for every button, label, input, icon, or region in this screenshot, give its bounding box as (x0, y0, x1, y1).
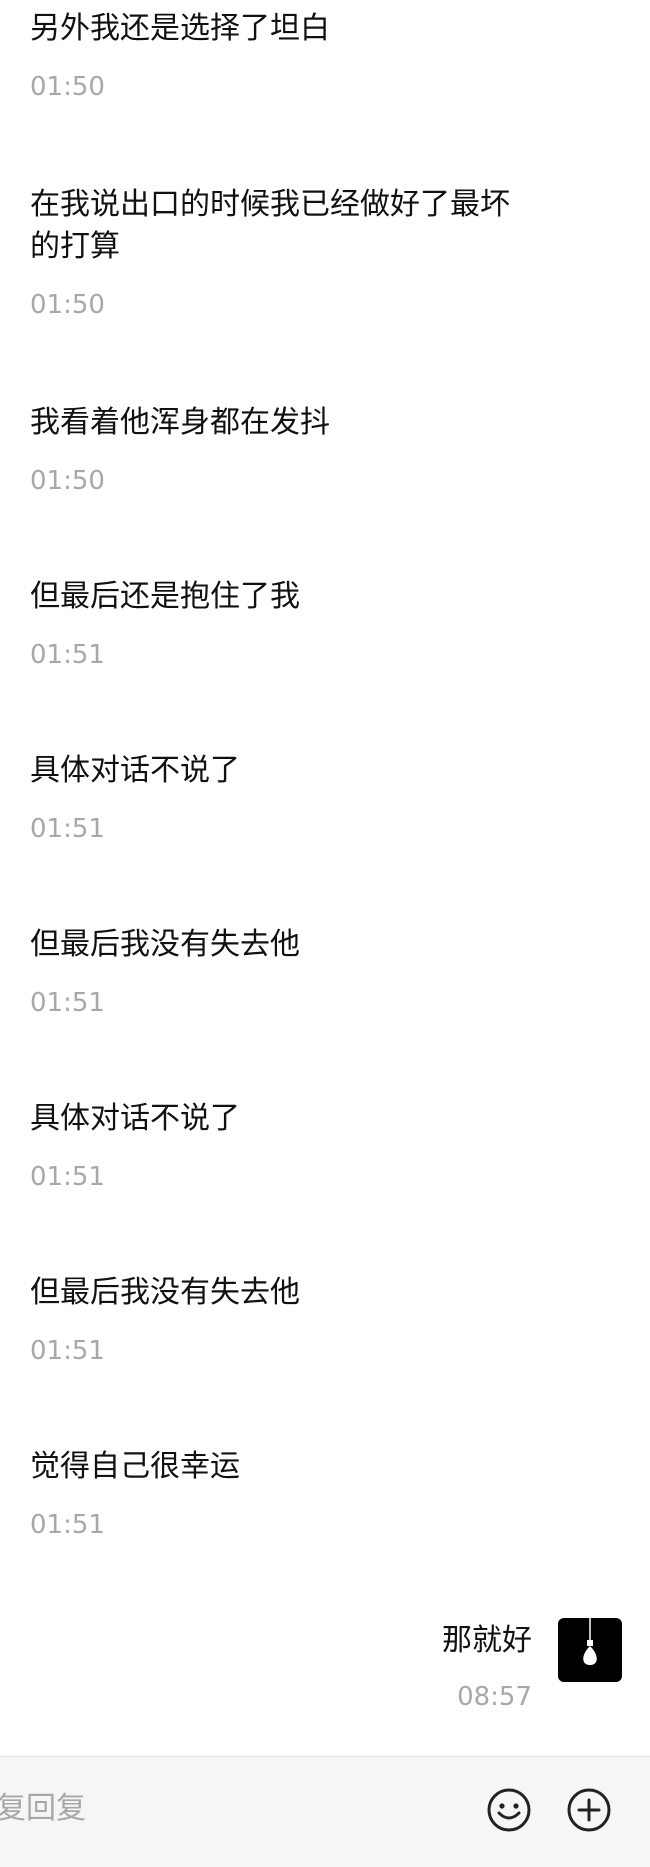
message-time: 01:51 (30, 1162, 105, 1192)
emoji-button[interactable] (486, 1787, 532, 1833)
message-text: 但最后还是抱住了我 (30, 579, 300, 614)
message-item: 在我说出口的时候我已经做好了最坏 的打算 01:50 (30, 184, 550, 320)
message-item: 具体对话不说了 01:51 (30, 1098, 550, 1192)
message-text: 在我说出口的时候我已经做好了最坏 的打算 (30, 187, 510, 264)
message-time: 01:50 (30, 72, 105, 102)
message-time: 01:51 (30, 814, 105, 844)
message-item: 另外我还是选择了坦白 01:50 (30, 8, 550, 102)
message-text: 我看着他浑身都在发抖 (30, 405, 330, 440)
message-item: 但最后我没有失去他 01:51 (30, 924, 550, 1018)
message-time: 01:50 (30, 466, 105, 496)
message-time: 01:51 (30, 640, 105, 670)
lightbulb-icon (583, 1618, 597, 1665)
message-text: 但最后我没有失去他 (30, 927, 300, 962)
my-message-item: 那就好 08:57 (322, 1618, 622, 1728)
message-item: 具体对话不说了 01:51 (30, 750, 550, 844)
chat-thread: 另外我还是选择了坦白 01:50 在我说出口的时候我已经做好了最坏 的打算 01… (0, 0, 650, 1756)
my-message-time: 08:57 (457, 1682, 532, 1712)
message-text: 具体对话不说了 (30, 753, 240, 788)
plus-circle-icon (567, 1788, 611, 1832)
message-item: 但最后我没有失去他 01:51 (30, 1272, 550, 1366)
message-text: 觉得自己很幸运 (30, 1449, 240, 1484)
message-time: 01:50 (30, 290, 105, 320)
smiley-face-icon (487, 1788, 531, 1832)
message-item: 我看着他浑身都在发抖 01:50 (30, 402, 550, 496)
message-text: 具体对话不说了 (30, 1101, 240, 1136)
message-item: 但最后还是抱住了我 01:51 (30, 576, 550, 670)
message-text: 另外我还是选择了坦白 (30, 11, 330, 46)
message-time: 01:51 (30, 1510, 105, 1540)
message-time: 01:51 (30, 1336, 105, 1366)
my-message-text: 那就好 (442, 1623, 532, 1658)
reply-input-bar: 复回复 (0, 1756, 650, 1867)
add-button[interactable] (566, 1787, 612, 1833)
message-text: 但最后我没有失去他 (30, 1275, 300, 1310)
message-time: 01:51 (30, 988, 105, 1018)
avatar[interactable] (558, 1618, 622, 1682)
reply-input[interactable]: 复回复 (0, 1789, 86, 1829)
message-item: 觉得自己很幸运 01:51 (30, 1446, 550, 1540)
